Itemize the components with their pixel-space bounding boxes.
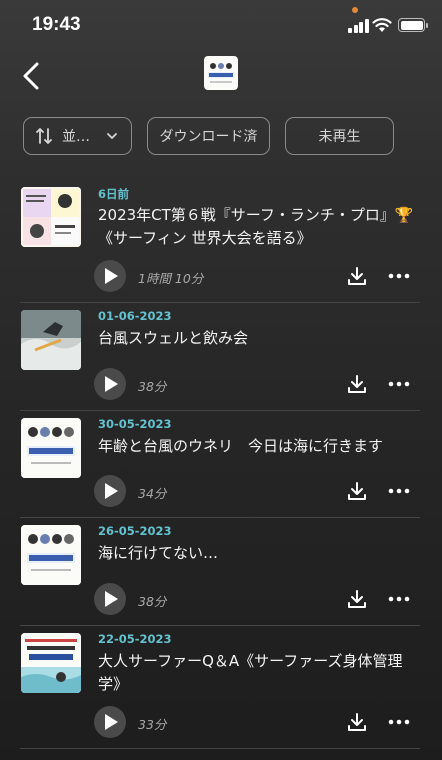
episode-title: 台風スウェルと飲み会	[98, 329, 249, 347]
sort-label: 並…	[62, 129, 90, 145]
download-button[interactable]	[346, 588, 368, 610]
play-icon	[105, 375, 118, 392]
back-button[interactable]	[16, 56, 50, 94]
unplayed-filter-button[interactable]: 未再生	[285, 117, 394, 155]
episode-duration: 1時間 10分	[138, 271, 204, 286]
more-icon	[388, 381, 410, 386]
recording-indicator-icon	[352, 7, 358, 13]
more-icon	[388, 488, 410, 494]
play-icon	[105, 590, 118, 607]
nav-bar	[0, 50, 442, 100]
episode-artwork	[21, 310, 81, 370]
download-button[interactable]	[346, 373, 368, 395]
episode-controls: 38分	[94, 367, 420, 400]
unplayed-filter-label: 未再生	[318, 129, 361, 145]
sort-button[interactable]: 並…	[23, 117, 132, 155]
wifi-icon	[372, 18, 392, 32]
play-button[interactable]	[94, 475, 126, 507]
episode-controls: 34分	[94, 475, 420, 507]
more-options-button[interactable]	[388, 711, 410, 733]
episode-list: 6日前 2023年CT第６戦『サーフ・ランチ・プロ』🏆《サーフィン 世界大会を語…	[0, 180, 442, 749]
episode-duration: 33分	[138, 716, 167, 732]
episode-title: 海に行けてない…	[98, 544, 219, 562]
play-icon	[105, 268, 118, 284]
more-icon	[388, 719, 410, 724]
play-icon	[105, 713, 118, 730]
episode-date: 26-05-2023	[98, 524, 172, 538]
play-button[interactable]	[94, 367, 126, 400]
episode-title: 2023年CT第６戦『サーフ・ランチ・プロ』🏆《サーフィン 世界大会を語る》	[98, 206, 414, 247]
episode-controls: 1時間 10分	[94, 260, 420, 292]
episode-artwork	[21, 417, 81, 478]
chevron-down-icon	[107, 133, 117, 139]
downloaded-filter-label: ダウンロード済	[159, 129, 258, 145]
more-options-button[interactable]	[388, 588, 410, 610]
episode-row[interactable]: 26-05-2023 海に行けてない… 38分	[20, 518, 420, 626]
episode-title: 大人サーファーQ＆A《サーファーズ身体管理学》	[98, 651, 403, 693]
episode-artwork	[21, 525, 81, 585]
status-time: 19:43	[32, 14, 81, 35]
episode-artwork	[21, 632, 81, 693]
episode-row[interactable]: 6日前 2023年CT第６戦『サーフ・ランチ・プロ』🏆《サーフィン 世界大会を語…	[20, 180, 420, 303]
sort-icon	[36, 128, 52, 144]
episode-row[interactable]: 30-05-2023 年齢と台風のウネリ 今日は海に行きます 34分	[20, 411, 420, 518]
more-icon	[388, 273, 410, 279]
episode-duration: 34分	[138, 486, 167, 501]
cellular-signal-icon	[348, 19, 369, 33]
episode-row[interactable]: 22-05-2023 大人サーファーQ＆A《サーファーズ身体管理学》 33分	[20, 626, 420, 749]
episode-duration: 38分	[138, 378, 167, 394]
episode-duration: 38分	[138, 593, 167, 609]
downloaded-filter-button[interactable]: ダウンロード済	[147, 117, 270, 155]
download-icon	[348, 374, 366, 393]
more-icon	[388, 596, 410, 601]
episode-controls: 33分	[94, 705, 420, 738]
play-button[interactable]	[94, 260, 126, 292]
play-button[interactable]	[94, 705, 126, 738]
download-icon	[348, 589, 366, 608]
podcast-artwork[interactable]	[204, 56, 238, 90]
download-button[interactable]	[346, 480, 368, 502]
download-icon	[348, 482, 366, 500]
episode-controls: 38分	[94, 582, 420, 615]
download-button[interactable]	[346, 711, 368, 733]
more-options-button[interactable]	[388, 480, 410, 502]
download-button[interactable]	[346, 265, 368, 287]
battery-icon	[398, 18, 428, 32]
download-icon	[348, 267, 366, 285]
more-options-button[interactable]	[388, 373, 410, 395]
episode-artwork	[21, 187, 81, 247]
filter-bar: 並… ダウンロード済 未再生	[0, 117, 442, 157]
episode-date: 30-05-2023	[98, 416, 172, 431]
episode-row[interactable]: 01-06-2023 台風スウェルと飲み会 38分	[20, 303, 420, 411]
more-options-button[interactable]	[388, 265, 410, 287]
download-icon	[348, 712, 366, 731]
play-icon	[105, 483, 118, 499]
play-button[interactable]	[94, 582, 126, 615]
chevron-left-icon	[23, 62, 39, 90]
episode-title: 年齢と台風のウネリ 今日は海に行きます	[98, 436, 384, 455]
episode-date: 01-06-2023	[98, 309, 172, 323]
episode-date: 6日前	[98, 187, 130, 201]
episode-date: 22-05-2023	[98, 631, 172, 646]
status-bar: 19:43	[0, 0, 442, 50]
